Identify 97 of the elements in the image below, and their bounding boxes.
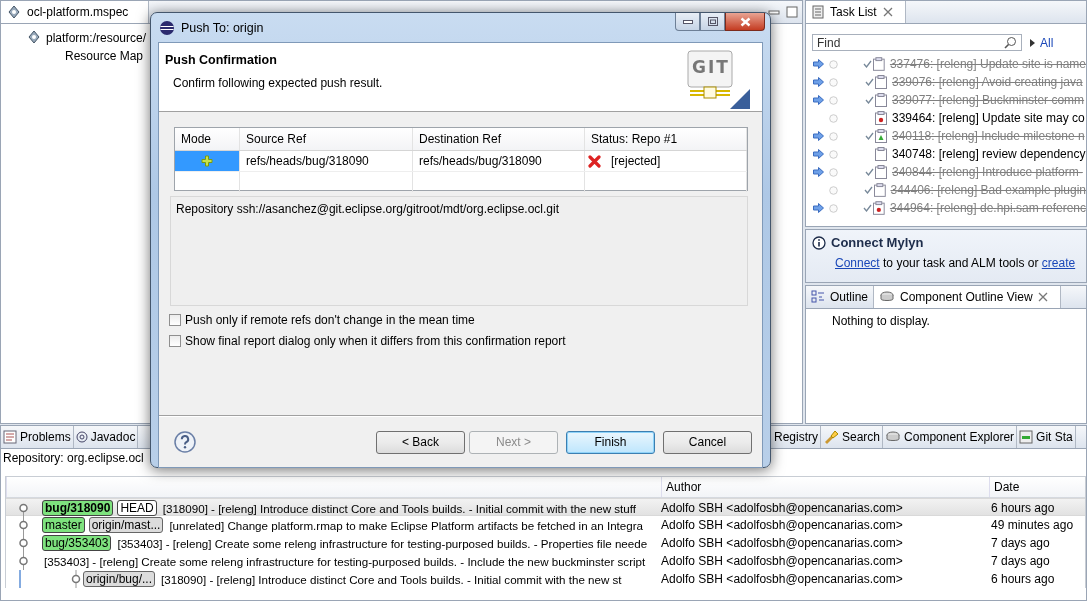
view-tab[interactable]: Search (821, 426, 884, 448)
checkbox-label: Show final report dialog only when it differs from this confirmation report (185, 334, 566, 348)
table-cell: refs/heads/bug/318090 (413, 151, 585, 171)
page-description: Confirm following expected push result. (173, 76, 384, 90)
minimize-icon (682, 19, 693, 24)
component-icon (7, 5, 21, 19)
branch-label: bug/318090 (42, 500, 114, 516)
table-cell-text: Adolfo SBH <adolfosbh@opencanarias.com> (661, 554, 904, 568)
view-tab[interactable]: Registry (772, 426, 821, 448)
branch-label: origin/bug/... (83, 571, 156, 587)
close-button[interactable] (725, 13, 765, 31)
app-icon (159, 19, 175, 36)
filter-link[interactable]: All (1040, 35, 1054, 50)
plus-icon (201, 155, 213, 167)
table-cell-text: Adolfo SBH <adolfosbh@opencanarias.com> (661, 501, 904, 515)
window-title: Push To: origin (181, 20, 264, 35)
task-title[interactable]: 340844: [releng] Introduce platform- (892, 165, 1083, 179)
outline-icon (811, 290, 825, 304)
view-tab[interactable]: Problems (1, 426, 74, 448)
branch-label: origin/mast... (88, 517, 164, 533)
close-icon[interactable] (1037, 292, 1048, 302)
table-cell-text: Adolfo SBH <adolfosbh@opencanarias.com> (661, 518, 904, 532)
dialog-button[interactable]: Cancel (663, 430, 752, 454)
checkbox[interactable] (169, 335, 181, 347)
task-title[interactable]: 339076: [releng] Avoid creating java (892, 75, 1083, 89)
table-cell-text: Adolfo SBH <adolfosbh@opencanarias.com> (661, 572, 904, 586)
link[interactable]: Connect (835, 256, 880, 270)
view-tab[interactable]: Component Explorer (883, 426, 1018, 448)
section-title: Connect Mylyn (831, 235, 924, 250)
git-logo: GIT (686, 49, 750, 109)
restore-icon (707, 17, 718, 26)
task-title[interactable]: 344964: [releng] de.hpi.sam referenc (889, 201, 1086, 215)
status-text: [rejected] (611, 154, 661, 168)
editor-tab[interactable]: ocl-platform.mspec (1, 1, 149, 23)
task-title[interactable]: 337476: [releng] Update site is name (889, 57, 1086, 71)
component-icon (27, 29, 41, 44)
minimize-button[interactable] (675, 13, 700, 31)
git-staging-icon (1019, 430, 1034, 444)
commit-message: [318090] - [releng] Introduce distinct Core and Tools builds. - Initial commit with the new stuff (162, 501, 636, 515)
table-cell-text: 6 hours ago (990, 501, 1056, 515)
selected-row-highlight[interactable]: bug/318090 HEAD [318090] - [releng] Introduce distinct Core and Tools builds. - Initial commit with the new stuff Adolfo SBH <adolfosbh@opencanarias.com> 6 hours ago (6, 498, 1085, 516)
repository-text: Repository ssh://asanchez@git.eclipse.org/gitroot/mdt/org.eclipse.ocl.git (170, 196, 748, 306)
task-title[interactable]: 339464: [releng] Update site may co (892, 111, 1085, 125)
column-header[interactable]: Date (989, 477, 1085, 497)
expand-icon[interactable] (1030, 38, 1035, 47)
branch-label: HEAD (117, 500, 157, 516)
branch-label: bug/353403 (42, 535, 112, 551)
table-cell[interactable] (175, 151, 240, 171)
commit-message: [unrelated] Change platform.rmap to make Eclipse Platform artifacts be fetched in an Integra (169, 518, 644, 532)
close-icon (739, 16, 751, 27)
checkbox-label: Push only if remote refs don't change in the mean time (185, 313, 475, 327)
at-sign-icon (75, 430, 88, 444)
table-cell-text: 7 days ago (990, 554, 1051, 568)
problems-icon (3, 430, 17, 444)
table-cell-text: 49 minutes ago (990, 518, 1075, 532)
page-title: Push Confirmation (165, 53, 278, 67)
commit-message: [353403] - [releng] Create some releng infrastructure for testing-purposed builds. - Properties file neede (117, 536, 648, 550)
column-header[interactable]: Source Ref (240, 128, 413, 150)
empty-message: Nothing to display. (831, 313, 931, 328)
task-title[interactable]: 344406: [releng] Bad example plugin (890, 183, 1086, 197)
task-title[interactable]: 340118: [releng] Include milestone n (892, 129, 1085, 143)
error-icon (588, 154, 601, 168)
table-cell: refs/heads/bug/318090 (240, 151, 413, 171)
connect-message: Connect to your task and ALM tools or create (835, 256, 1076, 270)
view-tab[interactable]: Git Sta (1017, 426, 1076, 448)
info-icon (812, 235, 826, 250)
branch-label: master (42, 517, 85, 533)
link[interactable]: create (1041, 256, 1076, 270)
dialog-button[interactable]: Finish (566, 430, 655, 454)
dialog-button[interactable]: < Back (376, 430, 465, 454)
close-icon[interactable] (882, 7, 893, 17)
search-field[interactable]: Find (812, 34, 1022, 51)
column-header[interactable]: Destination Ref (413, 128, 585, 150)
commit-message: [353403] - [releng] Create some releng infrastructure for testing-purposed builds. - Include the new buckminster script (44, 554, 646, 568)
view-tab[interactable]: Javadoc (73, 426, 139, 448)
table-cell-text: 6 hours ago (990, 572, 1056, 586)
component-icon (885, 431, 902, 443)
commit-message: [318090] - [releng] Introduce distinct Core and Tools builds. - Initial commit with the new st (161, 572, 622, 586)
task-title[interactable]: 340748: [releng] review dependency (892, 147, 1086, 161)
search-icon (1004, 36, 1017, 49)
task-list-icon (812, 5, 824, 19)
column-header[interactable]: Author (661, 477, 989, 497)
maximize-icon[interactable] (786, 6, 798, 18)
tree-item[interactable]: Resource Map (65, 49, 144, 63)
checkbox[interactable] (169, 314, 181, 326)
maximize-button[interactable] (700, 13, 725, 31)
component-icon (879, 291, 896, 303)
task-title[interactable]: 339077: [releng] Buckminster comm (892, 93, 1085, 107)
table-cell-text: Adolfo SBH <adolfosbh@opencanarias.com> (661, 536, 904, 550)
help-icon[interactable] (174, 431, 196, 453)
column-header[interactable]: Mode (175, 128, 240, 150)
table-cell-text: 7 days ago (990, 536, 1051, 550)
tree-item[interactable]: platform:/resource/ (46, 31, 147, 45)
repository-label: Repository: org.eclipse.ocl (2, 450, 145, 467)
flashlight-icon (823, 430, 839, 444)
view-tab[interactable]: Component Outline View (874, 286, 1061, 308)
column-header[interactable]: Status: Repo #1 (585, 128, 747, 150)
